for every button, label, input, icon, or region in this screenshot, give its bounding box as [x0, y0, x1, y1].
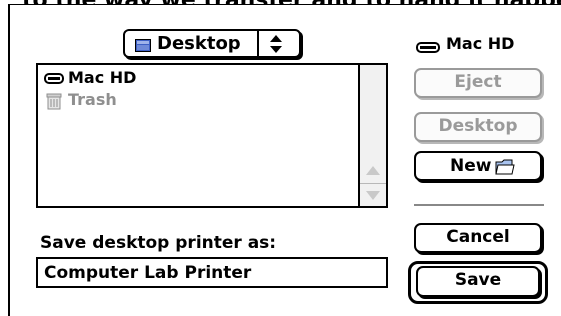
list-item-label: Mac HD: [68, 68, 137, 87]
popup-separator: [257, 31, 259, 56]
scroll-up-arrow-icon[interactable]: [360, 159, 386, 183]
cancel-button[interactable]: Cancel: [414, 223, 542, 253]
save-button[interactable]: Save: [416, 266, 540, 297]
new-folder-icon: [494, 156, 516, 178]
location-popup-label: Desktop: [157, 33, 241, 54]
location-popup[interactable]: Desktop: [123, 29, 301, 58]
save-as-label: Save desktop printer as:: [40, 233, 277, 253]
scroll-down-arrow-icon[interactable]: [360, 183, 386, 206]
hard-drive-icon: [44, 70, 64, 86]
new-folder-button[interactable]: New: [414, 151, 542, 181]
desktop-button[interactable]: Desktop: [414, 112, 542, 142]
list-item-label: Trash: [68, 90, 117, 109]
popup-arrows-icon: [265, 34, 287, 54]
hard-drive-icon: [416, 38, 440, 53]
list-item[interactable]: Mac HD: [44, 67, 364, 89]
new-folder-button-label: New: [450, 156, 492, 176]
vertical-scrollbar[interactable]: [358, 65, 386, 206]
filename-input[interactable]: [36, 257, 388, 288]
trash-icon: [44, 92, 64, 110]
volume-label: Mac HD: [446, 34, 515, 53]
button-divider: [414, 204, 544, 206]
eject-button[interactable]: Eject: [414, 68, 542, 98]
list-item[interactable]: Trash: [44, 89, 364, 111]
desktop-folder-icon: [135, 37, 151, 52]
file-list[interactable]: Mac HD Trash: [36, 63, 388, 208]
